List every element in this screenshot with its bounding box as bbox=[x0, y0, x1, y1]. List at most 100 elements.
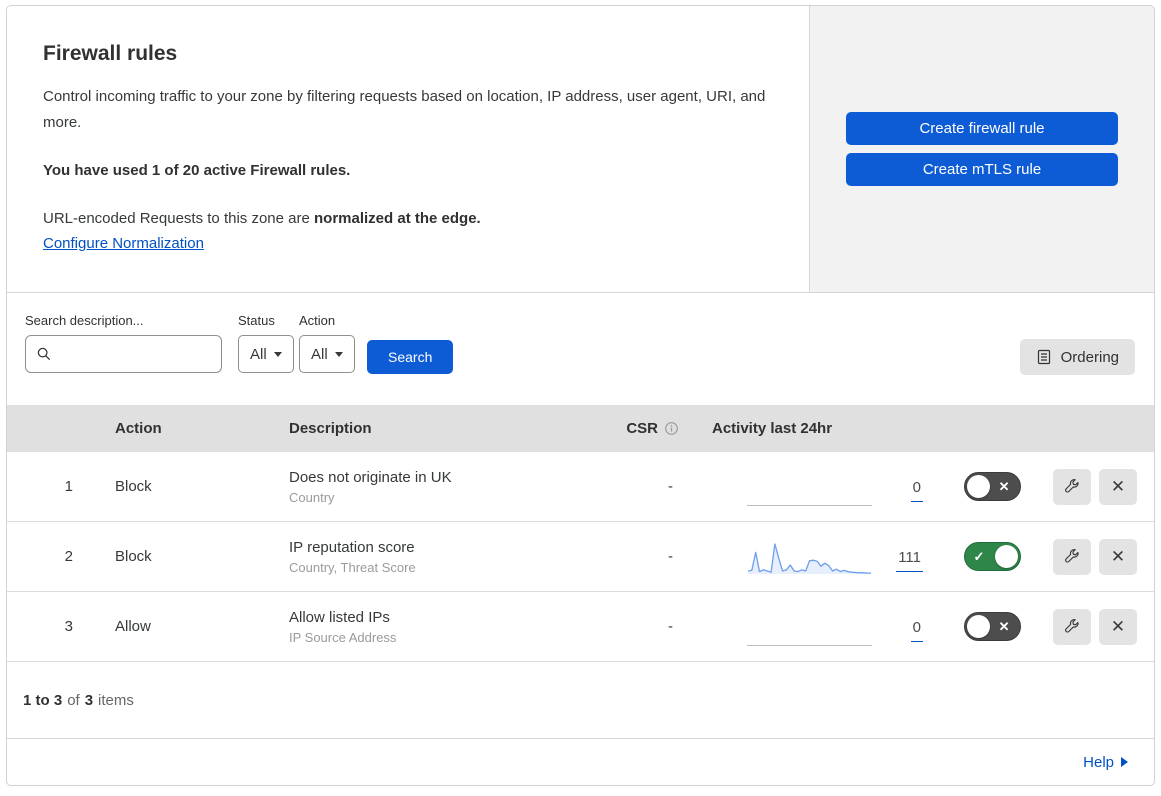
rule-description: IP reputation score bbox=[289, 538, 415, 556]
rule-activity-cell: 0 bbox=[687, 592, 937, 661]
action-filter-group: Action All bbox=[299, 313, 355, 373]
edit-rule-button[interactable] bbox=[1053, 538, 1091, 575]
rule-description: Allow listed IPs bbox=[289, 608, 390, 626]
edit-rule-button[interactable] bbox=[1053, 608, 1091, 645]
status-label: Status bbox=[238, 313, 275, 328]
rule-priority: 2 bbox=[64, 548, 73, 565]
status-filter-group: Status All bbox=[238, 313, 294, 373]
rule-action: Block bbox=[115, 478, 152, 495]
normalization-note: URL-encoded Requests to this zone are no… bbox=[43, 207, 769, 231]
close-icon: ✕ bbox=[1110, 546, 1126, 566]
rule-csr-value: - bbox=[668, 548, 673, 565]
ordering-label: Ordering bbox=[1060, 348, 1119, 366]
activity-sparkline bbox=[747, 452, 872, 521]
rule-criteria: Country, Threat Score bbox=[289, 559, 416, 575]
create-mtls-rule-button[interactable]: Create mTLS rule bbox=[846, 153, 1118, 186]
search-box[interactable] bbox=[25, 335, 222, 373]
search-button[interactable]: Search bbox=[367, 340, 454, 374]
search-label: Search description... bbox=[25, 313, 144, 328]
usage-summary: You have used 1 of 20 active Firewall ru… bbox=[43, 162, 351, 179]
create-firewall-rule-button[interactable]: Create firewall rule bbox=[846, 112, 1118, 145]
rule-priority: 3 bbox=[64, 618, 73, 635]
x-mark-icon: ✕ bbox=[998, 618, 1010, 634]
rule-toggle-cell: ✕ bbox=[963, 472, 1021, 501]
configure-normalization-link[interactable]: Configure Normalization bbox=[43, 235, 204, 252]
header-text-block: Firewall rules Control incoming traffic … bbox=[7, 6, 809, 292]
search-icon bbox=[37, 347, 50, 360]
of-text: of bbox=[67, 691, 80, 709]
rule-description: Does not originate in UK bbox=[289, 468, 452, 486]
wrench-icon bbox=[1065, 478, 1079, 493]
chevron-down-icon bbox=[334, 351, 343, 357]
edit-rule-button[interactable] bbox=[1053, 468, 1091, 505]
close-icon: ✕ bbox=[1110, 616, 1126, 636]
filter-bar: Search description... Status All Action … bbox=[7, 293, 1154, 405]
status-select[interactable]: All bbox=[238, 335, 294, 373]
firewall-rules-panel: Firewall rules Control incoming traffic … bbox=[6, 5, 1155, 786]
normalization-bold: normalized at the edge. bbox=[314, 210, 481, 227]
search-button-group: Search bbox=[367, 340, 454, 374]
wrench-icon bbox=[1065, 618, 1079, 633]
column-header-activity: Activity last 24hr bbox=[712, 420, 833, 437]
rule-delete-cell: ✕ bbox=[1099, 538, 1137, 575]
arrow-right-icon bbox=[1121, 757, 1128, 767]
table-row: 3 Allow Allow listed IPs IP Source Addre… bbox=[7, 592, 1154, 662]
check-icon: ✓ bbox=[973, 548, 985, 564]
ordering-list-icon bbox=[1037, 349, 1050, 365]
normalization-prefix: URL-encoded Requests to this zone are bbox=[43, 210, 314, 227]
header-section: Firewall rules Control incoming traffic … bbox=[7, 6, 1154, 293]
rule-enabled-toggle[interactable]: ✕ bbox=[963, 612, 1021, 641]
column-header-action: Action bbox=[115, 420, 162, 437]
rule-edit-cell bbox=[1053, 538, 1091, 575]
delete-rule-button[interactable]: ✕ bbox=[1099, 538, 1137, 575]
x-mark-icon: ✕ bbox=[998, 478, 1010, 494]
rule-action: Block bbox=[115, 548, 152, 565]
delete-rule-button[interactable]: ✕ bbox=[1099, 608, 1137, 645]
page-title: Firewall rules bbox=[43, 42, 178, 65]
toggle-knob bbox=[966, 475, 990, 498]
table-row: 1 Block Does not originate in UK Country… bbox=[7, 452, 1154, 522]
activity-count-link[interactable]: 0 bbox=[910, 619, 923, 642]
rule-delete-cell: ✕ bbox=[1099, 468, 1137, 505]
rule-action: Allow bbox=[115, 618, 151, 635]
status-selected-value: All bbox=[250, 345, 267, 363]
rule-delete-cell: ✕ bbox=[1099, 608, 1137, 645]
close-icon: ✕ bbox=[1110, 476, 1126, 496]
ordering-button[interactable]: Ordering bbox=[1019, 339, 1135, 375]
rule-edit-cell bbox=[1053, 608, 1091, 645]
flat-activity-line bbox=[747, 505, 872, 506]
action-select[interactable]: All bbox=[299, 335, 355, 373]
info-icon[interactable] bbox=[664, 421, 679, 436]
pagination-summary: 1 to 3 of 3 items bbox=[7, 662, 1154, 739]
items-text: items bbox=[98, 691, 134, 709]
toggle-knob bbox=[966, 615, 990, 638]
search-input[interactable] bbox=[60, 346, 211, 362]
help-link[interactable]: Help bbox=[1083, 754, 1128, 771]
toggle-knob bbox=[994, 545, 1018, 568]
flat-activity-line bbox=[747, 645, 872, 646]
chevron-down-icon bbox=[273, 351, 282, 357]
delete-rule-button[interactable]: ✕ bbox=[1099, 468, 1137, 505]
action-selected-value: All bbox=[311, 345, 328, 363]
csr-label: CSR bbox=[626, 420, 658, 437]
activity-count-link[interactable]: 0 bbox=[910, 479, 923, 502]
wrench-icon bbox=[1065, 548, 1079, 563]
activity-count-link[interactable]: 111 bbox=[896, 549, 923, 572]
rule-criteria: Country bbox=[289, 489, 335, 505]
rule-edit-cell bbox=[1053, 468, 1091, 505]
table-row: 2 Block IP reputation score Country, Thr… bbox=[7, 522, 1154, 592]
activity-sparkline bbox=[747, 592, 872, 661]
rule-enabled-toggle[interactable]: ✕ bbox=[963, 472, 1021, 501]
bottom-bar: Help bbox=[7, 739, 1154, 785]
table-header: Action Description CSR Activity last 24h… bbox=[7, 405, 1154, 452]
column-header-csr: CSR bbox=[626, 420, 687, 437]
rule-description-cell: IP reputation score Country, Threat Scor… bbox=[277, 539, 567, 575]
rule-criteria: IP Source Address bbox=[289, 629, 397, 645]
search-group: Search description... bbox=[25, 313, 222, 373]
action-label: Action bbox=[299, 313, 336, 328]
help-label: Help bbox=[1083, 753, 1114, 771]
rule-description-cell: Allow listed IPs IP Source Address bbox=[277, 609, 567, 645]
rule-enabled-toggle[interactable]: ✓ bbox=[963, 542, 1021, 571]
rule-activity-cell: 111 bbox=[687, 522, 937, 591]
rule-toggle-cell: ✓ bbox=[963, 542, 1021, 571]
